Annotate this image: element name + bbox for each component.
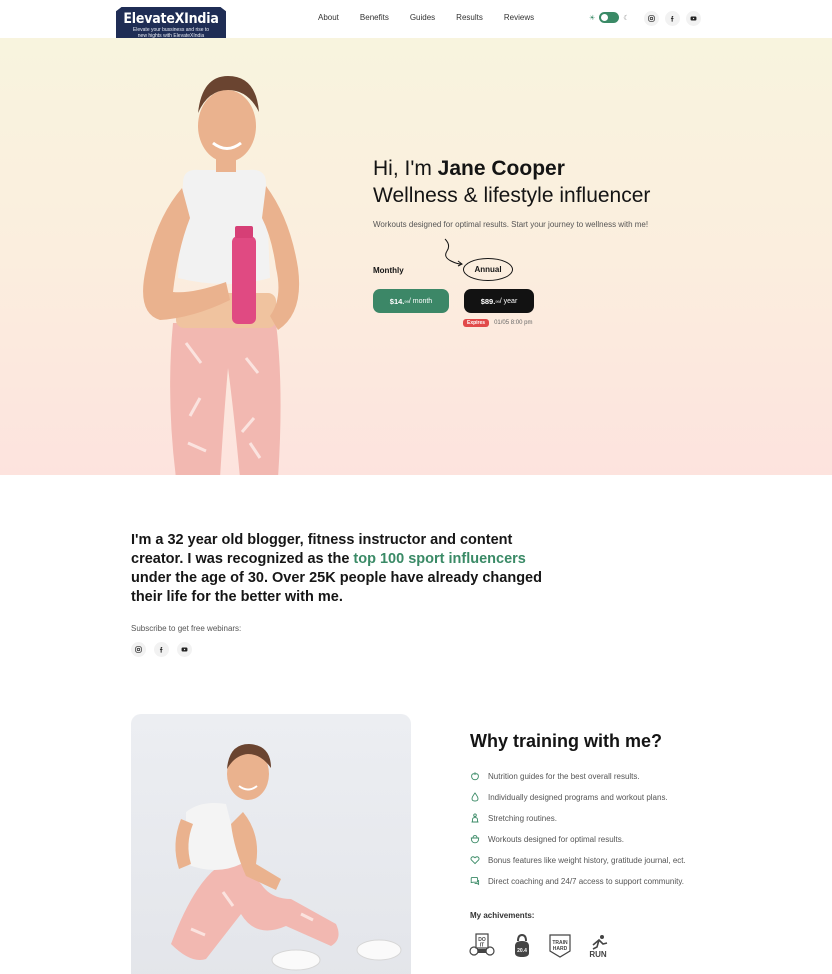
about-text: I'm a 32 year old blogger, fitness instr… <box>131 531 551 607</box>
badge-run: RUN <box>589 935 608 959</box>
instagram-icon[interactable] <box>644 11 659 26</box>
feature-item: Workouts designed for optimal results. <box>470 834 624 844</box>
badge-do-it-text-2: IT <box>480 943 484 949</box>
subscribe-label: Subscribe to get free webinars: <box>131 624 242 633</box>
annual-price: $89. <box>480 296 496 306</box>
nav-about[interactable]: About <box>318 13 339 22</box>
facebook-icon[interactable] <box>154 642 169 657</box>
nav-benefits[interactable]: Benefits <box>360 13 389 22</box>
annual-period: / year <box>499 297 518 305</box>
feature-text: Stretching routines. <box>488 813 557 823</box>
hero-role: Wellness & lifestyle influencer <box>373 184 651 207</box>
training-photo <box>131 714 411 974</box>
feature-item: Bonus features like weight history, grat… <box>470 855 686 865</box>
hero-title: Hi, I'm Jane Cooper Wellness & lifestyle… <box>373 155 650 209</box>
hero-section: Hi, I'm Jane Cooper Wellness & lifestyle… <box>0 38 832 475</box>
expires-badge: Expires <box>463 319 490 327</box>
about-text-end: under the age of 30. Over 25K people hav… <box>131 570 542 605</box>
logo-name: ElevateXIndia <box>123 11 219 27</box>
offer-expiry: Expires 01/05 8:00 pm <box>463 319 532 327</box>
nav-results[interactable]: Results <box>456 13 483 22</box>
badge-do-it: DO IT <box>469 933 495 956</box>
hero-subtitle: Workouts designed for optimal results. S… <box>373 220 649 229</box>
feature-text: Workouts designed for optimal results. <box>488 834 624 844</box>
hero-woman-photo <box>143 76 300 475</box>
sun-icon: ☀ <box>589 14 596 22</box>
annual-plan-button[interactable]: $89. 99 / year <box>464 289 534 313</box>
theme-switch[interactable]: ☀ ☾ <box>589 12 630 23</box>
youtube-icon[interactable] <box>177 642 192 657</box>
feature-item: Stretching routines. <box>470 813 557 823</box>
main-nav: About Benefits Guides Results Reviews <box>318 13 555 22</box>
hero-name: Jane Cooper <box>437 157 565 180</box>
annual-label: Annual <box>463 258 513 281</box>
drop-icon <box>471 792 479 802</box>
instagram-icon[interactable] <box>131 642 146 657</box>
theme-toggle[interactable] <box>599 12 620 23</box>
feature-text: Direct coaching and 24/7 access to suppo… <box>488 876 684 886</box>
nav-reviews[interactable]: Reviews <box>504 13 534 22</box>
badge-kettlebell-text: 20.4 <box>517 948 527 954</box>
youtube-icon[interactable] <box>686 11 701 26</box>
page: ElevateXIndia Elevate your bussiness and… <box>0 0 832 974</box>
about-highlight[interactable]: top 100 sport influencers <box>353 551 525 567</box>
monthly-period: / month <box>408 297 433 305</box>
nav-guides[interactable]: Guides <box>410 13 435 22</box>
moon-icon: ☾ <box>623 14 630 22</box>
achievements-title: My achivements: <box>470 911 535 920</box>
badge-kettlebell: 20.4 <box>515 933 529 957</box>
annual-label-text: Annual <box>474 265 502 274</box>
bowl-icon <box>470 835 480 844</box>
chat-icon <box>470 876 480 886</box>
monthly-plan-button[interactable]: $14. 99 / month <box>373 289 449 313</box>
hero-greeting: Hi, I'm <box>373 157 438 180</box>
monthly-label: Monthly <box>373 266 404 275</box>
site-header: ElevateXIndia Elevate your bussiness and… <box>0 0 832 50</box>
feature-text: Individually designed programs and worko… <box>488 792 668 802</box>
training-title: Why training with me? <box>470 731 662 751</box>
badge-train-hard: TRAIN HARD <box>549 934 571 958</box>
apple-icon <box>471 772 479 781</box>
seated-woman-photo <box>171 744 402 971</box>
feature-item: Direct coaching and 24/7 access to suppo… <box>470 876 684 886</box>
monthly-price: $14. <box>389 296 405 306</box>
heart-icon <box>470 856 480 865</box>
badge-run-text: RUN <box>589 950 607 959</box>
badge-train-hard-text-2: HARD <box>553 946 568 952</box>
feature-item: Individually designed programs and worko… <box>470 792 668 802</box>
facebook-icon[interactable] <box>665 11 680 26</box>
stretch-icon <box>471 813 479 823</box>
feature-text: Bonus features like weight history, grat… <box>488 855 686 865</box>
feature-item: Nutrition guides for the best overall re… <box>470 771 640 781</box>
feature-text: Nutrition guides for the best overall re… <box>488 771 640 781</box>
expires-date: 01/05 8:00 pm <box>494 320 533 326</box>
